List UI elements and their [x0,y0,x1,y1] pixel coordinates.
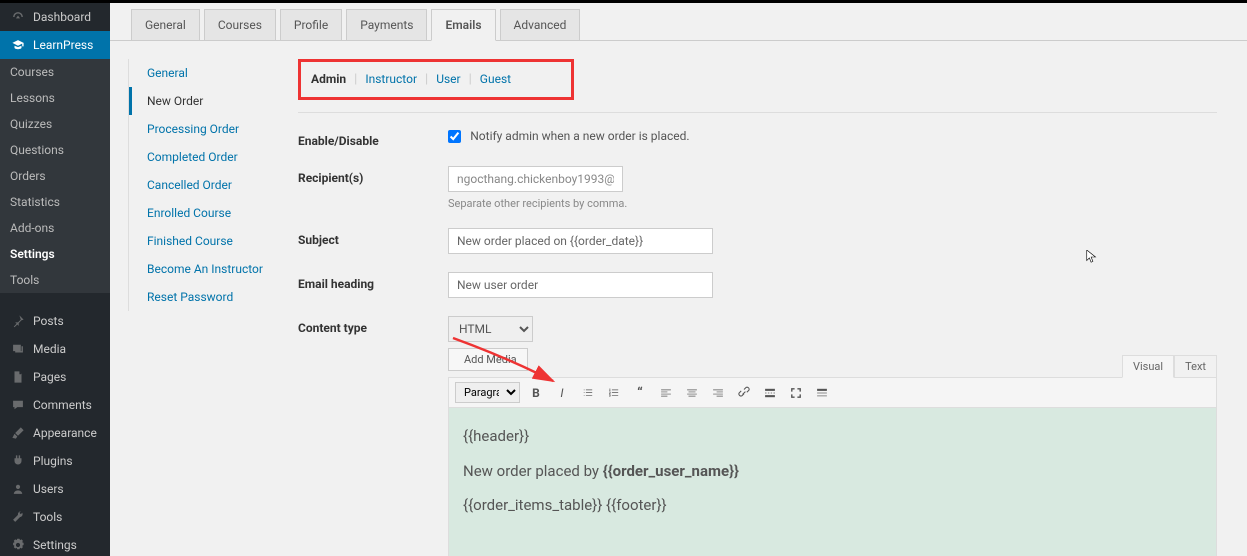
editor-line-3: {{order_items_table}} {{footer}} [463,491,1202,520]
subnav-completed-order[interactable]: Completed Order [129,143,280,171]
link-icon[interactable] [734,383,754,403]
role-tab-user[interactable]: User [436,72,460,86]
subnav-processing-order[interactable]: Processing Order [129,115,280,143]
bold-icon[interactable]: B [526,383,546,403]
subject-input[interactable] [448,228,713,254]
gear-icon [10,537,26,553]
subnav-new-order[interactable]: New Order [129,87,280,115]
format-select[interactable]: Paragraph [455,382,520,403]
subnav-finished-course[interactable]: Finished Course [129,227,280,255]
sidebar-sub-settings[interactable]: Settings [0,241,110,267]
role-tab-admin[interactable]: Admin [311,72,346,86]
sidebar-sub-tools[interactable]: Tools [0,267,110,293]
editor-tab-visual[interactable]: Visual [1122,355,1174,378]
brush-icon [10,425,26,441]
align-right-icon[interactable] [708,383,728,403]
role-separator: | [354,72,357,87]
recipients-input[interactable] [448,166,623,192]
toolbar-toggle-icon[interactable] [812,383,832,403]
tab-emails[interactable]: Emails [431,9,495,41]
editor-line-1: {{header}} [463,422,1202,451]
sidebar-item-learnpress[interactable]: LearnPress [0,31,110,59]
main-content: GeneralCoursesProfilePaymentsEmailsAdvan… [110,0,1247,556]
recipients-help: Separate other recipients by comma. [448,197,1217,210]
subnav-cancelled-order[interactable]: Cancelled Order [129,171,280,199]
email-subnav: GeneralNew OrderProcessing OrderComplete… [110,41,280,556]
tab-payments[interactable]: Payments [346,9,427,40]
align-center-icon[interactable] [682,383,702,403]
editor-line-2: New order placed by {{order_user_name}} [463,457,1202,486]
editor-tab-text[interactable]: Text [1174,355,1217,378]
pin-icon [10,313,26,329]
sidebar-item-media[interactable]: Media [0,335,110,363]
sidebar-sub-statistics[interactable]: Statistics [0,189,110,215]
subnav-enrolled-course[interactable]: Enrolled Course [129,199,280,227]
media-icon [10,341,26,357]
sidebar-item-posts[interactable]: Posts [0,307,110,335]
sidebar-item-tools[interactable]: Tools [0,503,110,531]
number-list-icon[interactable] [604,383,624,403]
sidebar-sub-lessons[interactable]: Lessons [0,85,110,111]
enable-checkbox[interactable] [448,130,461,143]
role-tab-instructor[interactable]: Instructor [365,72,417,86]
tab-general[interactable]: General [131,9,200,40]
sidebar-sub-add-ons[interactable]: Add-ons [0,215,110,241]
sidebar-item-dashboard[interactable]: Dashboard [0,3,110,31]
plugin-icon [10,453,26,469]
wrench-icon [10,509,26,525]
sidebar-sub-courses[interactable]: Courses [0,59,110,85]
quote-icon[interactable]: “ [630,383,650,403]
settings-tabs: GeneralCoursesProfilePaymentsEmailsAdvan… [110,0,1247,41]
user-icon [10,481,26,497]
page-icon [10,369,26,385]
sidebar-item-appearance[interactable]: Appearance [0,419,110,447]
role-tab-guest[interactable]: Guest [480,72,511,86]
enable-label: Enable/Disable [298,129,448,148]
dash-icon [10,9,26,25]
content-type-select[interactable]: HTML [448,316,533,342]
admin-sidebar: DashboardLearnPress CoursesLessonsQuizze… [0,0,110,556]
cap-icon [10,37,26,53]
subnav-reset-password[interactable]: Reset Password [129,283,280,311]
tab-profile[interactable]: Profile [280,9,342,40]
sidebar-item-comments[interactable]: Comments [0,391,110,419]
align-left-icon[interactable] [656,383,676,403]
heading-label: Email heading [298,272,448,291]
bullet-list-icon[interactable] [578,383,598,403]
editor-body[interactable]: {{header}} New order placed by {{order_u… [448,408,1217,556]
editor-toolbar: Paragraph B I “ [448,377,1217,408]
ctype-label: Content type [298,316,448,335]
role-separator: | [425,72,428,87]
sidebar-item-users[interactable]: Users [0,475,110,503]
subject-label: Subject [298,228,448,247]
tab-courses[interactable]: Courses [204,9,276,40]
sidebar-item-plugins[interactable]: Plugins [0,447,110,475]
recipients-label: Recipient(s) [298,166,448,185]
sidebar-sub-orders[interactable]: Orders [0,163,110,189]
role-tabs-highlight: Admin | Instructor | User | Guest [298,59,574,100]
subnav-general[interactable]: General [129,59,280,87]
sidebar-sub-quizzes[interactable]: Quizzes [0,111,110,137]
readmore-icon[interactable] [760,383,780,403]
email-settings-panel: Admin | Instructor | User | Guest Enable/Disab… [280,41,1247,556]
add-media-button[interactable]: Add Media [448,348,528,371]
sidebar-sub-questions[interactable]: Questions [0,137,110,163]
comment-icon [10,397,26,413]
role-separator: | [469,72,472,87]
tab-advanced[interactable]: Advanced [500,9,581,40]
heading-input[interactable] [448,272,713,298]
sidebar-item-settings[interactable]: Settings [0,531,110,556]
enable-text: Notify admin when a new order is placed. [470,129,689,143]
subnav-become-an-instructor[interactable]: Become An Instructor [129,255,280,283]
fullscreen-icon[interactable] [786,383,806,403]
italic-icon[interactable]: I [552,383,572,403]
sidebar-item-pages[interactable]: Pages [0,363,110,391]
